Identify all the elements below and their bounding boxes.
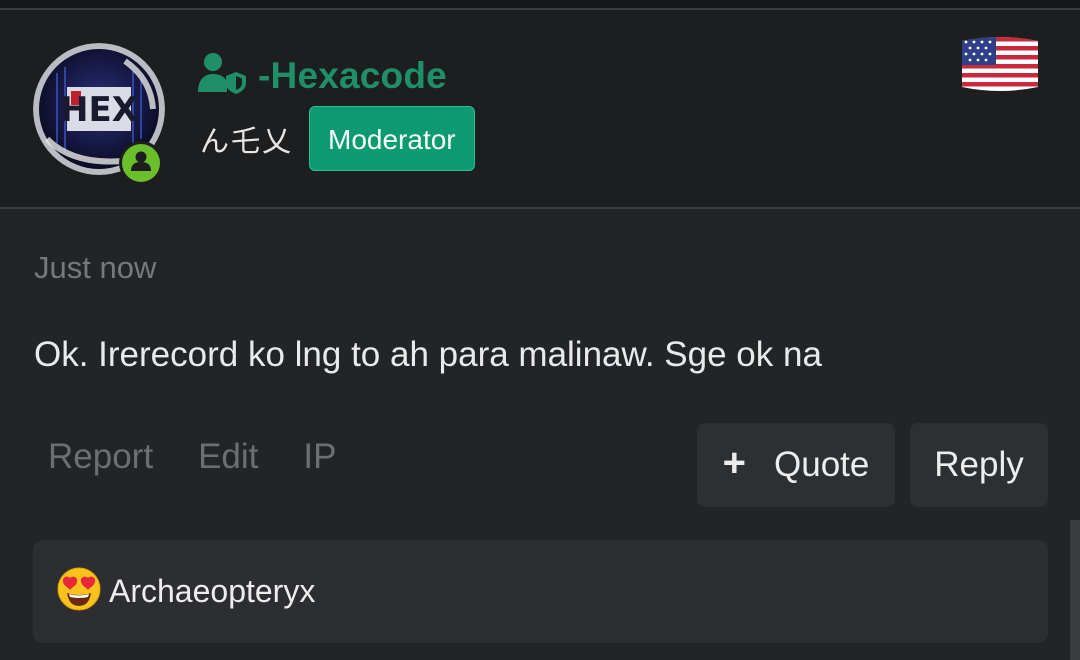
- moderator-shield-user-icon: [198, 52, 248, 99]
- report-link[interactable]: Report: [48, 437, 153, 477]
- username-link[interactable]: -Hexacode: [258, 57, 447, 94]
- moderator-badge[interactable]: Moderator: [309, 106, 475, 171]
- quote-button[interactable]: + Quote: [697, 423, 895, 507]
- post-author-header: HEX -Hexacode ん乇乂 Moderator: [0, 10, 1080, 209]
- reaction-username[interactable]: Archaeopteryx: [109, 573, 315, 610]
- reply-button[interactable]: Reply: [910, 423, 1048, 507]
- user-title: ん乇乂: [200, 123, 294, 158]
- plus-icon: +: [722, 441, 746, 485]
- quote-button-label: Quote: [774, 445, 870, 484]
- reactions-bar[interactable]: Archaeopteryx: [33, 540, 1048, 643]
- username-row: -Hexacode: [198, 50, 447, 100]
- avatar-logo-text: HEX: [60, 90, 138, 130]
- ip-link[interactable]: IP: [303, 437, 336, 477]
- forum-post: HEX -Hexacode ん乇乂 Moderator Just now Ok.…: [0, 0, 1080, 660]
- us-flag-icon: [960, 35, 1040, 98]
- scrollbar[interactable]: [1070, 520, 1080, 660]
- post-message: Ok. Irerecord ko lng to ah para malinaw.…: [34, 335, 822, 374]
- user-icon: [128, 148, 154, 179]
- post-timestamp[interactable]: Just now: [34, 250, 156, 286]
- online-status-badge: [119, 141, 163, 185]
- reply-button-label: Reply: [934, 445, 1024, 484]
- top-divider: [0, 0, 1080, 10]
- user-title-row: ん乇乂 Moderator: [200, 105, 475, 172]
- edit-link[interactable]: Edit: [198, 437, 258, 477]
- post-action-links: Report Edit IP: [48, 437, 336, 477]
- heart-eyes-emoji-icon: [57, 567, 101, 616]
